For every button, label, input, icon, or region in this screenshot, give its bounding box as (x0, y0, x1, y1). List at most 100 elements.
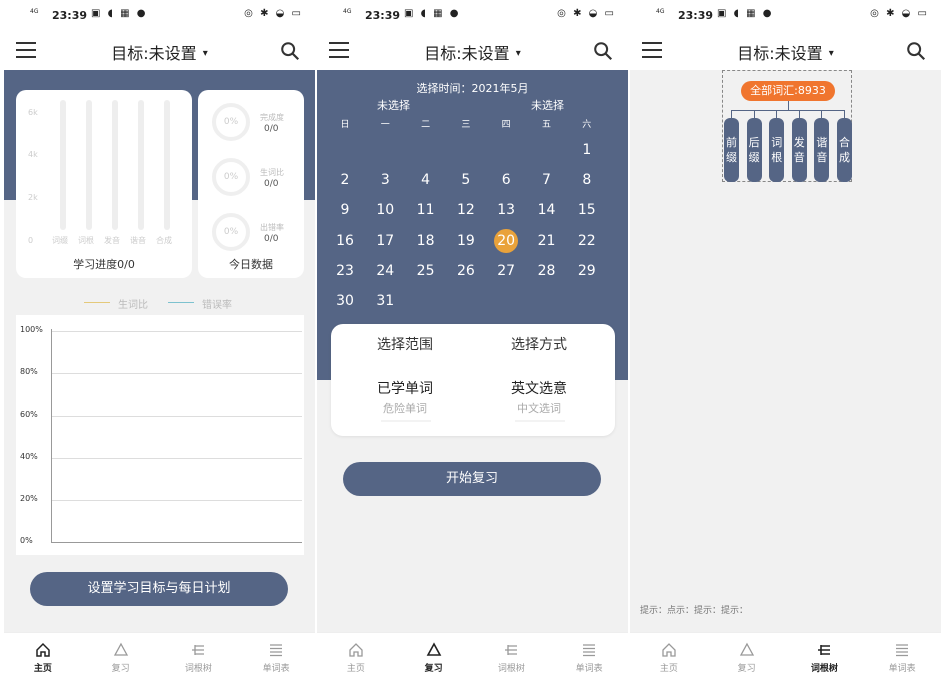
y-tick: 0% (20, 536, 33, 545)
app-bar: 目标:未设置 ▾ (630, 32, 941, 70)
nav-label: 复习 (111, 664, 130, 674)
picker-fade (381, 420, 431, 422)
range-end-label: 未选择 (531, 99, 564, 112)
calendar-day[interactable]: 15 (567, 202, 607, 218)
calendar-day[interactable]: 3 (365, 172, 405, 188)
calendar-day[interactable]: 1 (567, 142, 607, 158)
today-caption: 今日数据 (229, 258, 273, 271)
word-root-tree: 全部词汇:8933 前缀 后缀 词根 发音 谐音 合成 (722, 70, 852, 182)
nav-home[interactable]: 主页 (317, 633, 395, 679)
goal-title: 目标:未设置 (737, 44, 823, 63)
progress-bar (86, 100, 92, 230)
tree-icon (192, 645, 205, 655)
nav-review[interactable]: 复习 (82, 633, 160, 679)
calendar-day[interactable]: 12 (446, 202, 486, 218)
calendar-day[interactable]: 27 (486, 263, 526, 279)
calendar-day[interactable]: 18 (406, 233, 446, 249)
calendar-day[interactable]: 4 (406, 172, 446, 188)
child-node[interactable]: 合成 (837, 118, 852, 182)
set-goal-button[interactable]: 设置学习目标与每日计划 (30, 572, 288, 606)
caret-down-icon: ▾ (202, 48, 208, 59)
start-review-button[interactable]: 开始复习 (343, 462, 601, 496)
y-tick: 40% (20, 452, 38, 461)
calendar-day[interactable]: 11 (406, 202, 446, 218)
calendar-day[interactable]: 22 (567, 233, 607, 249)
progress-bar (164, 100, 170, 230)
bar-xlabel: 词根 (78, 236, 94, 245)
home-icon (349, 643, 363, 657)
calendar-day[interactable]: 21 (527, 233, 567, 249)
goal-dropdown[interactable]: 目标:未设置 ▾ (317, 40, 628, 64)
nav-label: 词根树 (497, 664, 525, 674)
progress-caption: 学习进度0/0 (73, 258, 135, 271)
calendar-day[interactable]: 25 (406, 263, 446, 279)
calendar-day[interactable]: 17 (365, 233, 405, 249)
search-icon[interactable] (905, 40, 927, 62)
home-screen: 4G 23:39 ▣ ◖ ▦ ● ◎ ✱ ◒ ▭ 目标:未设置 ▾ 6k 4k 2… (4, 0, 315, 679)
calendar-day[interactable]: 2 (325, 172, 365, 188)
bar-xlabel: 词缀 (52, 236, 68, 245)
status-time: 23:39 (365, 9, 401, 22)
calendar-day[interactable]: 10 (365, 202, 405, 218)
hint-text: 提示：点示：提示：提示： (640, 606, 749, 616)
weekday-label: 四 (501, 120, 511, 130)
nav-review[interactable]: 复习 (708, 633, 786, 679)
y-tick: 80% (20, 367, 38, 376)
calendar-day[interactable]: 26 (446, 263, 486, 279)
nav-wordlist[interactable]: 单词表 (863, 633, 941, 679)
recycle-icon (426, 642, 441, 656)
nav-tree[interactable]: 词根树 (473, 633, 551, 679)
weekday-label: 一 (380, 120, 390, 130)
nav-review[interactable]: 复习 (395, 633, 473, 679)
goal-dropdown[interactable]: 目标:未设置 ▾ (630, 40, 941, 64)
tree-connector (798, 110, 800, 118)
child-node[interactable]: 前缀 (724, 118, 739, 182)
new-word-ring: 0% (212, 158, 250, 196)
calendar-day[interactable]: 23 (325, 263, 365, 279)
search-icon[interactable] (279, 40, 301, 62)
calendar-day[interactable]: 30 (325, 293, 365, 309)
mode-selected[interactable]: 英文选意 (469, 378, 609, 398)
error-rate-ring: 0% (212, 213, 250, 251)
nav-home[interactable]: 主页 (630, 633, 708, 679)
mode-option[interactable]: 中文选词 (469, 400, 609, 416)
nav-home[interactable]: 主页 (4, 633, 82, 679)
nav-wordlist[interactable]: 单词表 (237, 633, 315, 679)
calendar-day[interactable]: 7 (527, 172, 567, 188)
range-option[interactable]: 危险单词 (335, 400, 475, 416)
signal-indicator: 4G (343, 8, 352, 15)
child-node[interactable]: 发音 (791, 118, 807, 182)
status-bar: 4G 23:39 ▣ ◖ ▦ ● ◎ ✱ ◒ ▭ (4, 0, 315, 32)
calendar-day[interactable]: 16 (325, 233, 365, 249)
root-node[interactable]: 全部词汇:8933 (741, 81, 835, 101)
child-node[interactable]: 后缀 (746, 118, 762, 182)
calendar-day[interactable]: 9 (325, 202, 365, 218)
calendar-day[interactable]: 29 (567, 263, 607, 279)
child-node[interactable]: 词根 (769, 118, 785, 182)
calendar-day[interactable]: 24 (365, 263, 405, 279)
calendar-day-selected[interactable]: 20 (494, 228, 519, 253)
calendar-day[interactable]: 13 (486, 202, 526, 218)
calendar-day[interactable]: 8 (567, 172, 607, 188)
weekday-label: 五 (541, 120, 551, 130)
calendar-day[interactable]: 31 (365, 293, 405, 309)
system-icons: ◎ ✱ ◒ ▭ (557, 8, 616, 19)
ring-label: 生词比 (260, 168, 284, 177)
calendar-day[interactable]: 5 (446, 172, 486, 188)
range-selected[interactable]: 已学单词 (335, 378, 475, 398)
nav-wordlist[interactable]: 单词表 (550, 633, 628, 679)
picker-fade (515, 420, 565, 422)
calendar-day[interactable]: 14 (527, 202, 567, 218)
search-icon[interactable] (592, 40, 614, 62)
calendar-day[interactable]: 19 (446, 233, 486, 249)
calendar-day[interactable]: 28 (527, 263, 567, 279)
calendar-day[interactable]: 6 (486, 172, 526, 188)
nav-tree[interactable]: 词根树 (160, 633, 238, 679)
bar-xlabel: 发音 (104, 236, 120, 245)
child-node[interactable]: 谐音 (814, 118, 830, 182)
nav-tree[interactable]: 词根树 (786, 633, 864, 679)
x-axis (52, 542, 302, 543)
bar-ytick: 6k (28, 108, 38, 117)
nav-label: 词根树 (810, 664, 838, 674)
goal-dropdown[interactable]: 目标:未设置 ▾ (4, 40, 315, 64)
